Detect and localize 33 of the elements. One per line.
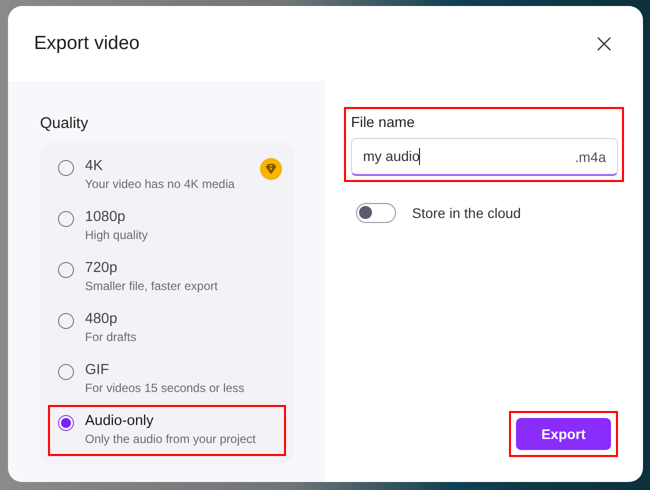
option-description: Your video has no 4K media — [85, 177, 235, 191]
dialog-title: Export video — [34, 32, 140, 54]
quality-label: Quality — [40, 115, 90, 133]
radio-button[interactable] — [58, 262, 74, 278]
cloud-toggle-label: Store in the cloud — [412, 205, 521, 221]
quality-option[interactable]: 480p For drafts — [48, 303, 286, 354]
quality-option[interactable]: 720p Smaller file, faster export — [48, 252, 286, 303]
quality-option[interactable]: 1080p High quality — [48, 201, 286, 252]
file-name-field[interactable]: my audio .m4a — [351, 138, 618, 176]
option-description: For videos 15 seconds or less — [85, 381, 244, 395]
radio-button[interactable] — [58, 160, 74, 176]
option-description: For drafts — [85, 330, 136, 344]
file-name-label: File name — [351, 115, 416, 131]
option-label: GIF — [85, 362, 110, 378]
close-button[interactable]: × — [591, 30, 617, 56]
radio-button[interactable] — [58, 364, 74, 380]
option-label: Audio-only — [85, 413, 155, 429]
export-button[interactable]: Export — [516, 418, 611, 450]
radio-button[interactable] — [58, 211, 74, 227]
cloud-toggle[interactable] — [356, 203, 396, 223]
radio-button[interactable] — [58, 415, 74, 431]
quality-option[interactable]: GIF For videos 15 seconds or less — [48, 354, 286, 405]
option-description: High quality — [85, 228, 148, 242]
file-extension: .m4a — [574, 148, 606, 164]
radio-button[interactable] — [58, 313, 74, 329]
option-description: Only the audio from your project — [85, 432, 256, 446]
quality-option[interactable]: 4K Your video has no 4K media — [48, 150, 286, 201]
option-label: 4K — [85, 158, 104, 174]
option-label: 720p — [85, 260, 118, 276]
option-description: Smaller file, faster export — [85, 279, 218, 293]
quality-option[interactable]: Audio-only Only the audio from your project — [48, 405, 286, 456]
option-label: 1080p — [85, 209, 126, 225]
option-label: 480p — [85, 311, 118, 327]
